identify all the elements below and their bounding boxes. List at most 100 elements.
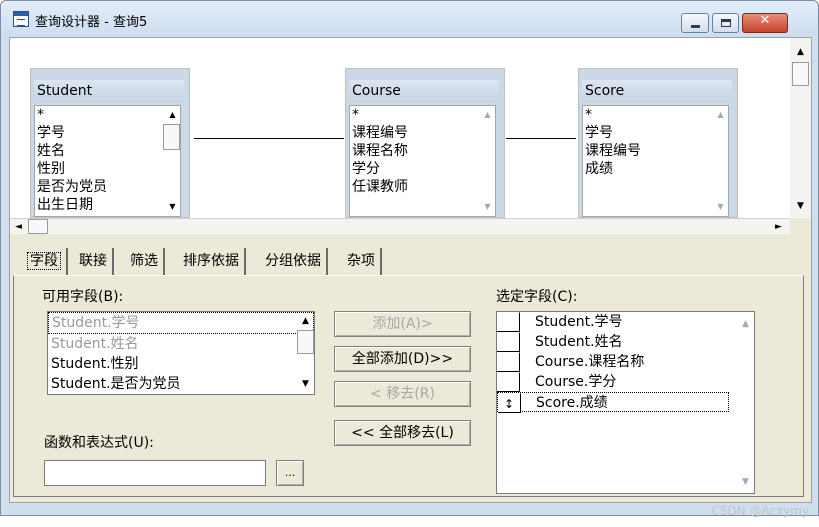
field-item[interactable]: 课程名称 <box>350 142 495 160</box>
field-item[interactable]: 学号 <box>583 124 728 142</box>
field-item[interactable]: 课程编号 <box>350 124 495 142</box>
tab-label: 分组依据 <box>265 253 321 269</box>
minimize-icon <box>691 25 700 28</box>
selected-field-name: Student.姓名 <box>535 334 623 350</box>
scroll-up-icon[interactable]: ▲ <box>297 313 314 329</box>
table-title[interactable]: Course <box>349 80 499 102</box>
selected-fields-list[interactable]: Student.学号 Student.姓名 Course.课程名称 Course… <box>496 311 755 494</box>
table-title[interactable]: Score <box>582 80 732 102</box>
row-mover-handle[interactable] <box>497 332 520 352</box>
diagram-horizontal-scrollbar[interactable]: ◄ ► <box>10 218 790 234</box>
watermark: CSDN @Acxymy <box>711 504 809 518</box>
tab-order-by[interactable]: 排序依据 <box>178 248 246 276</box>
selected-field-row[interactable]: Student.姓名 <box>497 332 729 352</box>
tab-label: 字段 <box>27 252 61 270</box>
field-item[interactable]: * <box>35 106 180 124</box>
remove-all-button[interactable]: << 全部移去(L) <box>334 420 471 446</box>
scroll-down-icon: ▼ <box>742 477 749 487</box>
fields-tab-panel: 可用字段(B): Student.学号 Student.姓名 Student.性… <box>13 275 804 497</box>
close-icon: ✕ <box>759 13 771 28</box>
scroll-up-icon: ▲ <box>717 110 724 119</box>
table-score[interactable]: Score * 学号 课程编号 成绩 ▲ ▼ <box>578 68 738 218</box>
row-mover-handle[interactable] <box>497 372 520 392</box>
scroll-up-icon[interactable]: ▲ <box>163 106 180 123</box>
table-student[interactable]: Student * 学号 姓名 性别 是否为党员 出生日期 ▲ ▼ <box>30 68 190 218</box>
maximize-button[interactable] <box>712 13 739 33</box>
selected-field-name: Score.成绩 <box>536 395 608 411</box>
available-fields-label: 可用字段(B): <box>42 289 124 305</box>
table-scrollbar[interactable]: ▲ ▼ <box>163 106 180 216</box>
available-fields-list[interactable]: Student.学号 Student.姓名 Student.性别 Student… <box>47 311 315 395</box>
field-item[interactable]: * <box>583 106 728 124</box>
tab-misc[interactable]: 杂项 <box>342 248 382 276</box>
scroll-down-icon[interactable]: ▼ <box>297 376 314 392</box>
selected-field-row[interactable]: ↕ Score.成绩 <box>497 392 729 413</box>
field-item[interactable]: 成绩 <box>583 160 728 178</box>
field-list[interactable]: * 学号 姓名 性别 是否为党员 出生日期 ▲ ▼ <box>34 105 181 217</box>
field-item[interactable]: 学号 <box>35 124 180 142</box>
scroll-down-icon[interactable]: ▼ <box>792 198 809 214</box>
selected-field-row[interactable]: Course.课程名称 <box>497 352 729 372</box>
selected-field-row[interactable]: Course.学分 <box>497 372 729 392</box>
selected-field-name: Course.学分 <box>535 374 617 390</box>
scroll-left-icon[interactable]: ◄ <box>10 219 27 235</box>
list-scrollbar[interactable]: ▲ ▼ <box>297 312 314 394</box>
client-area: Student * 学号 姓名 性别 是否为党员 出生日期 ▲ ▼ Course <box>9 37 812 503</box>
expression-input[interactable] <box>44 460 266 486</box>
window-title: 查询设计器 - 查询5 <box>35 15 148 30</box>
tab-group-by[interactable]: 分组依据 <box>260 248 328 276</box>
close-button[interactable]: ✕ <box>742 13 788 33</box>
selected-field-row[interactable]: Student.学号 <box>497 312 729 332</box>
join-line-course-score[interactable] <box>506 138 576 139</box>
row-mover-handle[interactable] <box>497 352 520 372</box>
scroll-up-icon[interactable]: ▲ <box>792 44 809 60</box>
list-item[interactable]: Student.姓名 <box>48 334 314 354</box>
table-scrollbar: ▲ ▼ <box>478 106 495 216</box>
list-item[interactable]: Student.性别 <box>48 354 314 374</box>
field-list[interactable]: * 学号 课程编号 成绩 ▲ ▼ <box>582 105 729 217</box>
add-button[interactable]: 添加(A)> <box>334 311 471 337</box>
scroll-up-icon: ▲ <box>484 110 491 119</box>
scroll-thumb[interactable] <box>297 330 314 354</box>
tab-fields[interactable]: 字段 <box>22 248 68 276</box>
row-mover-icon[interactable]: ↕ <box>498 393 521 413</box>
list-item[interactable]: Student.是否为党员 <box>48 374 314 394</box>
table-course[interactable]: Course * 课程编号 课程名称 学分 任课教师 ▲ ▼ <box>345 68 505 218</box>
title-bar[interactable]: 查询设计器 - 查询5 ✕ <box>1 1 818 37</box>
diagram-vertical-scrollbar[interactable]: ▲ ▼ <box>790 38 811 218</box>
remove-button[interactable]: < 移去(R) <box>334 381 471 407</box>
field-item[interactable]: 是否为党员 <box>35 178 180 196</box>
scroll-thumb[interactable] <box>163 124 180 150</box>
field-item[interactable]: 性别 <box>35 160 180 178</box>
tab-join[interactable]: 联接 <box>74 248 114 276</box>
selected-fields-label: 选定字段(C): <box>496 289 578 305</box>
selected-field-name: Course.课程名称 <box>535 354 645 370</box>
table-title[interactable]: Student <box>34 80 184 102</box>
field-item[interactable]: 出生日期 <box>35 196 180 214</box>
table-scrollbar: ▲ ▼ <box>711 106 728 216</box>
scroll-thumb[interactable] <box>792 62 809 86</box>
query-designer-window: 查询设计器 - 查询5 ✕ Student * 学号 姓名 性别 是否为党员 出… <box>0 0 819 516</box>
scroll-down-icon[interactable]: ▼ <box>163 198 180 215</box>
field-item[interactable]: * <box>350 106 495 124</box>
field-list[interactable]: * 课程编号 课程名称 学分 任课教师 ▲ ▼ <box>349 105 496 217</box>
field-item[interactable]: 姓名 <box>35 142 180 160</box>
expression-builder-button[interactable]: ... <box>276 460 304 486</box>
join-line-student-course[interactable] <box>194 138 344 139</box>
tab-filter[interactable]: 筛选 <box>125 248 165 276</box>
field-item[interactable]: 任课教师 <box>350 178 495 196</box>
add-all-button[interactable]: 全部添加(D)>> <box>334 346 471 372</box>
field-item[interactable]: 课程编号 <box>583 142 728 160</box>
row-mover-handle[interactable] <box>497 312 520 332</box>
scroll-down-icon: ▼ <box>717 202 724 211</box>
minimize-button[interactable] <box>681 13 709 33</box>
scroll-thumb[interactable] <box>28 219 48 234</box>
table-diagram[interactable]: Student * 学号 姓名 性别 是否为党员 出生日期 ▲ ▼ Course <box>10 38 790 218</box>
list-item[interactable]: Student.学号 <box>48 312 314 334</box>
designer-tabs: 字段 联接 筛选 排序依据 分组依据 杂项 可用字段(B): Student.学… <box>10 238 813 504</box>
scroll-right-icon[interactable]: ► <box>770 219 787 235</box>
field-item[interactable]: 学分 <box>350 160 495 178</box>
scroll-down-icon: ▼ <box>484 202 491 211</box>
maximize-icon <box>721 19 731 27</box>
expression-label: 函数和表达式(U): <box>44 435 154 451</box>
